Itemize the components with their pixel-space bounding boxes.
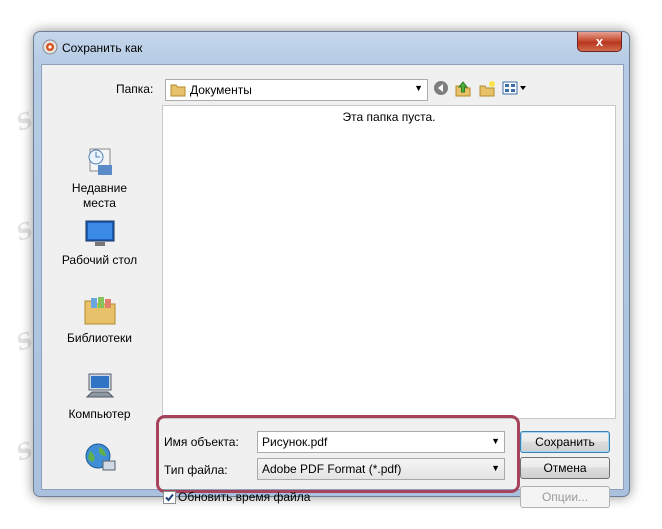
computer-icon — [42, 371, 157, 407]
place-libraries[interactable]: Библиотеки — [42, 295, 157, 346]
new-folder-icon[interactable] — [478, 80, 496, 98]
libraries-icon — [42, 295, 157, 331]
app-icon — [42, 39, 58, 55]
place-computer[interactable]: Компьютер — [42, 371, 157, 422]
update-time-checkbox[interactable] — [163, 491, 176, 504]
back-icon[interactable] — [433, 80, 451, 98]
update-time-label: Обновить время файла — [178, 490, 311, 504]
folder-label: Папка: — [116, 82, 154, 96]
options-button[interactable]: Опции... — [520, 486, 610, 508]
folder-icon — [170, 82, 186, 100]
save-as-dialog: Сохранить как x Папка: Документы ▼ Недав… — [33, 31, 630, 508]
up-folder-icon[interactable] — [454, 80, 472, 98]
empty-folder-message: Эта папка пуста. — [342, 110, 436, 124]
place-label: Компьютер — [68, 407, 131, 421]
places-bar: Недавние места Рабочий стол Библиотеки К… — [42, 105, 157, 485]
place-label: Библиотеки — [66, 331, 132, 345]
place-label: Недавние места — [71, 181, 128, 210]
current-folder: Документы — [190, 83, 252, 97]
chevron-down-icon: ▼ — [414, 83, 423, 93]
place-desktop[interactable]: Рабочий стол — [42, 219, 157, 268]
window-title: Сохранить как — [62, 41, 143, 55]
highlight-frame — [156, 415, 520, 493]
recent-places-icon — [42, 143, 157, 181]
save-button[interactable]: Сохранить — [520, 431, 610, 453]
dialog-client-area: Папка: Документы ▼ Недавние места Рабочи… — [41, 64, 624, 508]
place-label: Рабочий стол — [61, 253, 138, 267]
place-network[interactable] — [42, 441, 157, 477]
place-recent[interactable]: Недавние места — [42, 143, 157, 211]
desktop-icon — [42, 219, 157, 253]
view-menu-icon[interactable] — [502, 80, 528, 98]
cancel-button[interactable]: Отмена — [520, 457, 610, 479]
network-icon — [42, 441, 157, 477]
close-button[interactable]: x — [577, 32, 622, 52]
file-list[interactable]: Эта папка пуста. — [162, 105, 616, 419]
folder-combo[interactable]: Документы ▼ — [165, 79, 428, 101]
